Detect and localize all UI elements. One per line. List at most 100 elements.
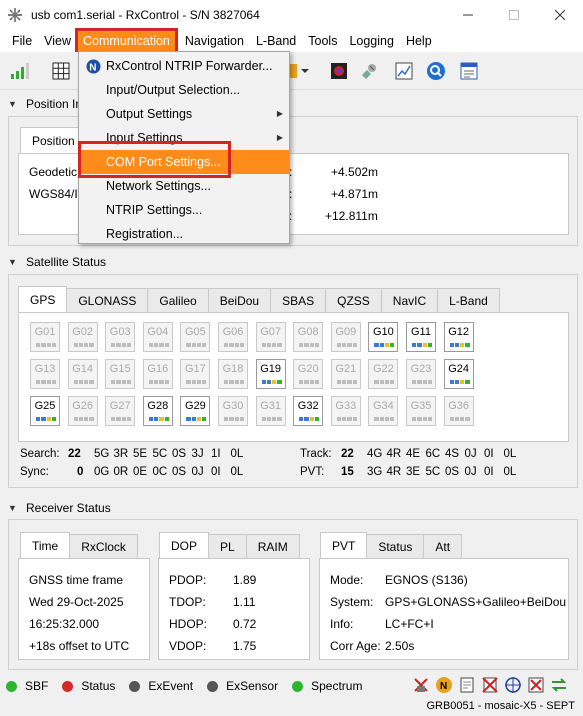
satellite-g27[interactable]: G27	[105, 396, 136, 426]
signal-strength-icon[interactable]	[9, 60, 31, 82]
satellite-g18[interactable]: G18	[218, 359, 248, 389]
satellite-g30[interactable]: G30	[218, 396, 248, 426]
satellite-g13[interactable]: G13	[30, 359, 60, 389]
satellite-g17[interactable]: G17	[180, 359, 211, 389]
satellite-g10[interactable]: G10	[368, 322, 399, 352]
satellite-g02[interactable]: G02	[67, 322, 98, 352]
menu-output-settings[interactable]: Output Settings ▶	[79, 102, 289, 126]
menu-com-port-settings[interactable]: COM Port Settings...	[79, 150, 289, 174]
satellite-g20[interactable]: G20	[293, 359, 324, 389]
close-button[interactable]	[537, 0, 583, 30]
satellite-g07[interactable]: G07	[255, 322, 286, 352]
signal-bars	[449, 380, 470, 384]
tab-time[interactable]: Time	[20, 532, 71, 558]
search-icon[interactable]	[425, 60, 447, 82]
tab-l-band[interactable]: L-Band	[437, 288, 500, 312]
grid-view-icon[interactable]	[50, 60, 72, 82]
spectrum-label: Spectrum	[311, 679, 363, 693]
menu-io-selection[interactable]: Input/Output Selection...	[79, 78, 289, 102]
satellite-g31[interactable]: G31	[255, 396, 286, 426]
tab-dop[interactable]: DOP	[159, 532, 210, 558]
satellite-g34[interactable]: G34	[368, 396, 399, 426]
menu-logging[interactable]: Logging	[343, 30, 400, 52]
tab-position[interactable]: Position	[20, 127, 87, 153]
satellite-g23[interactable]: G23	[406, 359, 436, 389]
satellite-icon[interactable]	[358, 60, 380, 82]
close-connection-icon[interactable]	[527, 676, 545, 694]
menu-registration[interactable]: Registration...	[79, 222, 289, 246]
sky-plot-icon[interactable]	[328, 60, 350, 82]
satellite-g21[interactable]: G21	[330, 359, 361, 389]
transfer-arrows-icon[interactable]	[550, 676, 568, 694]
satellite-g22[interactable]: G22	[368, 359, 399, 389]
satellite-g25[interactable]: G25	[30, 396, 60, 426]
satellite-g36[interactable]: G36	[443, 396, 474, 426]
tab-navic[interactable]: NavIC	[380, 288, 439, 312]
satellite-g29[interactable]: G29	[180, 396, 211, 426]
satellite-g01[interactable]: G01	[30, 322, 60, 352]
tab-beidou[interactable]: BeiDou	[207, 288, 272, 312]
menu-tools[interactable]: Tools	[302, 30, 343, 52]
ntrip-icon[interactable]: N	[435, 676, 453, 694]
tab-gps[interactable]: GPS	[18, 286, 68, 312]
satellite-g15[interactable]: G15	[105, 359, 136, 389]
satellite-g11[interactable]: G11	[406, 322, 436, 352]
menu-navigation[interactable]: Navigation	[179, 30, 250, 52]
signal-bars	[111, 380, 132, 384]
satellite-label: G16	[147, 363, 169, 375]
menu-file[interactable]: File	[6, 30, 38, 52]
satellite-g04[interactable]: G04	[142, 322, 173, 352]
disconnect-icon[interactable]	[412, 676, 430, 694]
satellite-g08[interactable]: G08	[293, 322, 324, 352]
maximize-button[interactable]	[491, 0, 537, 30]
satellite-section-header[interactable]: ▼ Satellite Status	[8, 253, 106, 271]
signal-bars	[36, 343, 56, 347]
menu-ntrip-forwarder[interactable]: N RxControl NTRIP Forwarder...	[79, 54, 289, 78]
crosshair-icon[interactable]	[504, 676, 522, 694]
satellite-g06[interactable]: G06	[218, 322, 248, 352]
tab-qzss[interactable]: QZSS	[325, 288, 382, 312]
satellite-g14[interactable]: G14	[67, 359, 98, 389]
tab-rxclock[interactable]: RxClock	[69, 534, 138, 558]
satellite-g26[interactable]: G26	[67, 396, 98, 426]
satellite-g28[interactable]: G28	[142, 396, 173, 426]
plot-chart-icon[interactable]	[393, 60, 415, 82]
log-off-icon[interactable]	[481, 676, 499, 694]
tab-pl[interactable]: PL	[208, 534, 247, 558]
satellite-label: G04	[147, 326, 169, 338]
satellite-g09[interactable]: G09	[330, 322, 361, 352]
sbf-label: SBF	[25, 679, 49, 693]
tab-galileo[interactable]: Galileo	[147, 288, 209, 312]
minimize-button[interactable]	[445, 0, 491, 30]
tab-pvt[interactable]: PVT	[320, 532, 368, 558]
toolbar-dropdown-icon[interactable]	[287, 60, 309, 82]
tab-glonass[interactable]: GLONASS	[66, 288, 149, 312]
satellite-g16[interactable]: G16	[142, 359, 173, 389]
satellite-label: G26	[72, 400, 93, 412]
menu-network-settings[interactable]: Network Settings...	[79, 174, 289, 198]
logging-icon[interactable]	[458, 676, 476, 694]
position-section-header[interactable]: ▼ Position In	[8, 95, 82, 113]
menu-view[interactable]: View	[38, 30, 77, 52]
satellite-g03[interactable]: G03	[105, 322, 136, 352]
tab-raim[interactable]: RAIM	[245, 534, 300, 558]
satellite-g24[interactable]: G24	[443, 359, 474, 389]
satellite-g35[interactable]: G35	[406, 396, 436, 426]
receiver-section-header[interactable]: ▼ Receiver Status	[8, 499, 111, 517]
menu-l-band[interactable]: L-Band	[250, 30, 302, 52]
menu-communication[interactable]: Communication	[75, 28, 178, 54]
signal-bars	[73, 417, 94, 421]
satellite-g19[interactable]: G19	[255, 359, 286, 389]
tab-status[interactable]: Status	[366, 534, 425, 558]
tab-sbas[interactable]: SBAS	[270, 288, 327, 312]
tab-att[interactable]: Att	[423, 534, 463, 558]
satellite-label: G14	[72, 363, 93, 375]
menu-help[interactable]: Help	[400, 30, 438, 52]
satellite-g05[interactable]: G05	[180, 322, 211, 352]
menu-input-settings[interactable]: Input Settings ▶	[79, 126, 289, 150]
satellite-g12[interactable]: G12	[443, 322, 474, 352]
console-icon[interactable]	[458, 60, 480, 82]
menu-ntrip-settings[interactable]: NTRIP Settings...	[79, 198, 289, 222]
satellite-g33[interactable]: G33	[330, 396, 361, 426]
satellite-g32[interactable]: G32	[293, 396, 324, 426]
